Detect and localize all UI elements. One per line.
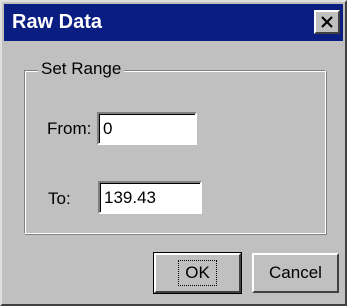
ok-button[interactable]: OK: [153, 252, 242, 294]
cancel-button-label: Cancel: [269, 263, 322, 282]
from-label: From:: [47, 119, 92, 138]
to-label: To:: [48, 189, 71, 208]
from-input[interactable]: [97, 112, 197, 145]
raw-data-dialog: Raw Data Set Range From: To: OK Cancel: [0, 0, 347, 306]
group-legend: Set Range: [38, 58, 125, 80]
close-icon: [320, 16, 334, 28]
title-bar[interactable]: Raw Data: [4, 4, 343, 41]
window-title: Raw Data: [12, 11, 103, 33]
close-button[interactable]: [314, 10, 340, 34]
to-input[interactable]: [98, 181, 202, 214]
cancel-button[interactable]: Cancel: [252, 253, 339, 293]
ok-button-label: OK: [178, 260, 217, 286]
